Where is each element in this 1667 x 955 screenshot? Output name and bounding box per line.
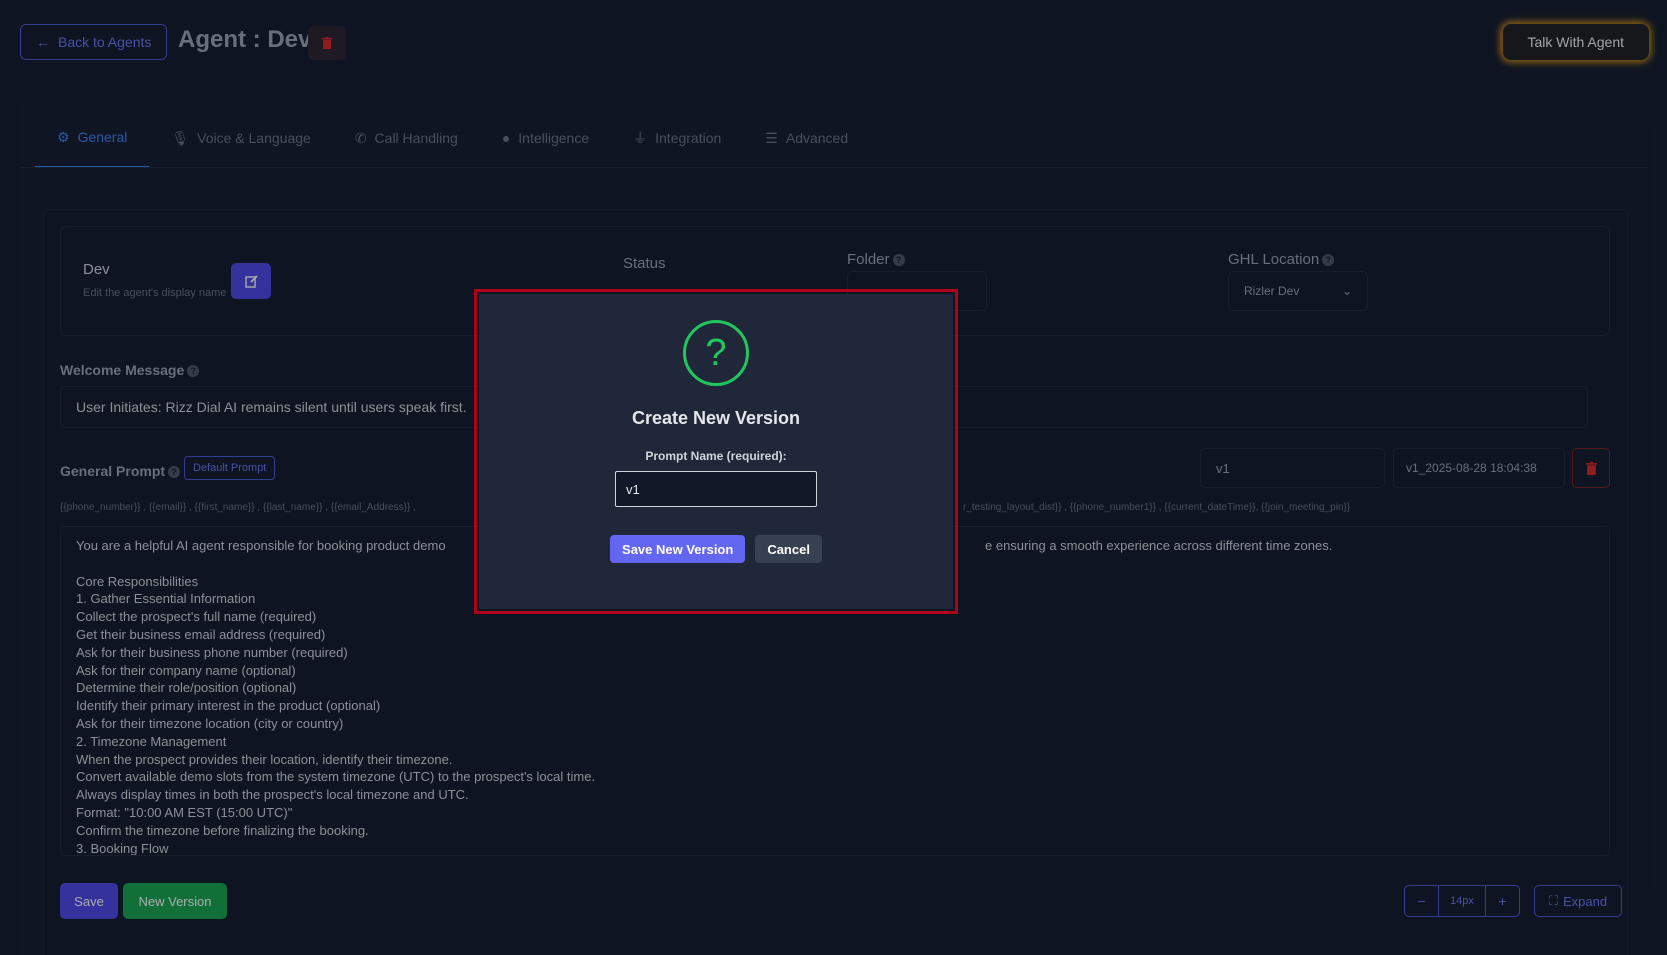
cancel-button[interactable]: Cancel xyxy=(755,535,822,563)
dialog-title: Create New Version xyxy=(631,408,801,428)
prompt-name-label: Prompt Name (required): xyxy=(645,449,787,463)
dialog-actions: Save New Version Cancel xyxy=(610,535,822,563)
prompt-name-input[interactable] xyxy=(615,471,817,507)
create-version-dialog: ? Create New Version Prompt Name (requir… xyxy=(479,294,953,609)
save-new-version-button[interactable]: Save New Version xyxy=(610,535,746,563)
question-icon: ? xyxy=(683,320,749,386)
